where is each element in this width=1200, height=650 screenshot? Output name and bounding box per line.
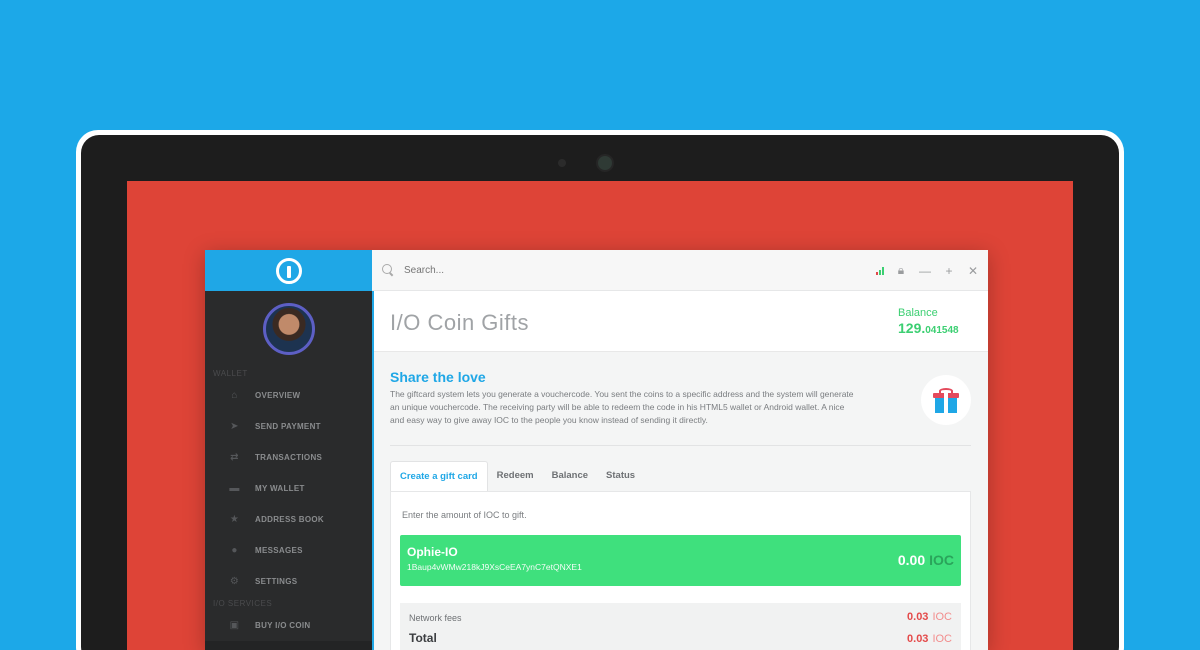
camera-lens [596,154,614,172]
sidebar-item-overview[interactable]: ⌂ OVERVIEW [205,380,372,411]
gift-badge [921,375,971,425]
tab-balance[interactable]: Balance [543,461,597,491]
total-label: Total [409,631,437,645]
amount-value: 0.00 [897,552,926,568]
total-unit: IOC [932,633,952,645]
brand-bar [205,250,372,291]
wallet-name: Ophie-IO [407,545,458,559]
ioc-logo-icon[interactable] [275,257,302,284]
balance-decimals: 041548 [925,325,959,336]
main-content: Share the love The giftcard system lets … [374,352,988,650]
cart-icon: ▣ [229,620,240,631]
top-bar: 🔒︎ — + ✕ [372,250,988,291]
sidebar: WALLET ⌂ OVERVIEW ➤ SEND PAYMENT ⇄ TRANS… [205,250,372,650]
total-amount: 0.03 [907,633,929,645]
amount-input[interactable]: 0.00 IOC [898,552,954,568]
app-window: WALLET ⌂ OVERVIEW ➤ SEND PAYMENT ⇄ TRANS… [205,250,988,650]
sidebar-item-label: SETTINGS [255,577,298,586]
sidebar-item-label: SEND PAYMENT [255,422,321,431]
sidebar-item-label: OVERVIEW [255,391,301,400]
gears-icon: ⚙ [229,576,240,587]
tab-create-gift-card[interactable]: Create a gift card [390,461,488,491]
signal-icon [876,266,884,275]
page-header: I/O Coin Gifts Balance 129.041548 [374,291,988,352]
amount-hint: Enter the amount of IOC to gift. [402,510,527,520]
home-icon: ⌂ [231,390,238,401]
network-fee-label: Network fees [409,613,462,623]
close-icon[interactable]: ✕ [966,264,980,278]
gift-icon [933,387,959,413]
tab-redeem[interactable]: Redeem [488,461,543,491]
network-fee-amount: 0.03 [907,611,929,623]
gift-card-panel: Enter the amount of IOC to gift. Ophie-I… [390,491,971,650]
star-icon: ★ [229,514,240,525]
intro-text: The giftcard system lets you generate a … [390,389,854,425]
send-icon: ➤ [230,421,239,432]
sidebar-item-messages[interactable]: ● MESSAGES [205,535,372,566]
section-label-wallet: WALLET [213,369,248,378]
sidebar-item-buy-io-coin[interactable]: ▣ BUY I/O COIN [205,610,372,641]
camera-sensor [558,159,566,167]
sidebar-item-address-book[interactable]: ★ ADDRESS BOOK [205,504,372,535]
section-label-services: I/O SERVICES [213,599,273,608]
profile-area [205,291,372,367]
tab-status[interactable]: Status [597,461,644,491]
total-value: 0.03 IOC [907,633,952,645]
minimize-icon[interactable]: — [918,264,932,278]
sidebar-item-label: BUY I/O COIN [255,621,311,630]
network-fee-unit: IOC [932,611,952,623]
sidebar-item-label: TRANSACTIONS [255,453,323,462]
fee-summary: Network fees 0.03 IOC Total 0.03 IOC [400,603,961,650]
balance-integer: 129. [898,320,926,336]
network-fee-value: 0.03 IOC [907,611,952,623]
sidebar-item-my-wallet[interactable]: ▬ MY WALLET [205,473,372,504]
lock-icon[interactable]: 🔒︎ [894,263,908,278]
page-title: I/O Coin Gifts [390,310,530,335]
search-icon[interactable] [382,264,394,276]
balance-value: 129.041548 [898,320,970,338]
divider [390,445,971,446]
sidebar-item-label: MESSAGES [255,546,303,555]
wallet-icon: ▬ [229,483,240,494]
sidebar-footer [205,641,372,650]
intro-title: Share the love [390,369,486,385]
sidebar-item-send-payment[interactable]: ➤ SEND PAYMENT [205,411,372,442]
wallet-amount-card[interactable]: Ophie-IO 1Baup4vWMw218kJ9XsCeEA7ynC7etQN… [400,535,961,586]
avatar[interactable] [262,303,315,355]
maximize-icon[interactable]: + [942,264,956,278]
balance-label: Balance [898,307,938,319]
sidebar-item-settings[interactable]: ⚙ SETTINGS [205,566,372,597]
window-controls: 🔒︎ — + ✕ [876,250,980,291]
transfer-icon: ⇄ [230,452,239,463]
wallet-address: 1Baup4vWMw218kJ9XsCeEA7ynC7etQNXE1 [407,562,582,572]
sidebar-item-label: MY WALLET [255,484,305,493]
search-input[interactable] [404,264,824,276]
amount-unit: IOC [929,552,954,568]
sidebar-item-label: ADDRESS BOOK [255,515,324,524]
tab-bar: Create a gift card Redeem Balance Status [390,461,644,491]
sidebar-item-transactions[interactable]: ⇄ TRANSACTIONS [205,442,372,473]
chat-icon: ● [231,545,238,556]
